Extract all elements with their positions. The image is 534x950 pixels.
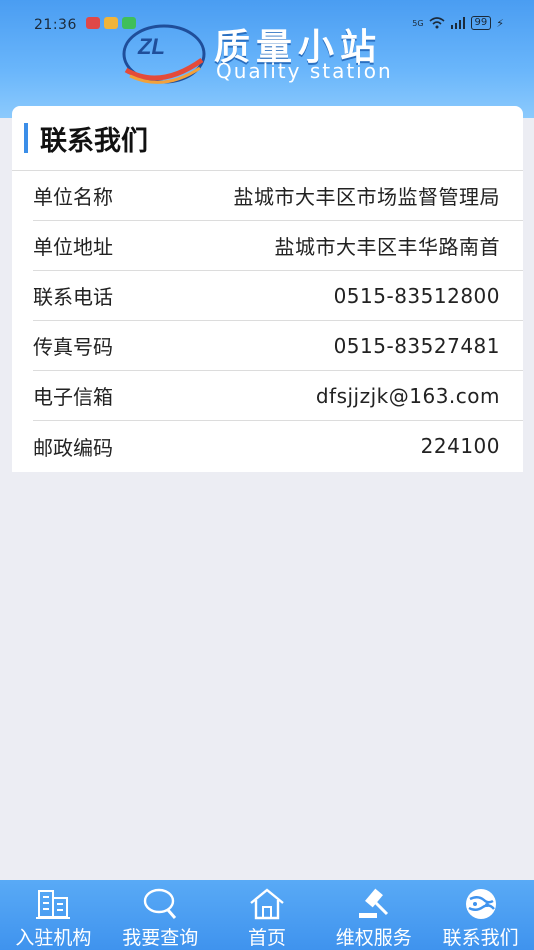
- contact-row-postcode: 邮政编码 224100: [33, 421, 523, 471]
- svg-text:ZL: ZL: [137, 34, 165, 59]
- tab-label: 入驻机构: [15, 927, 92, 949]
- tab-search[interactable]: 我要查询: [107, 880, 214, 950]
- home-icon: [250, 888, 284, 920]
- email-link[interactable]: dfsjjzjk@163.com: [316, 384, 500, 408]
- gavel-icon: [358, 888, 388, 918]
- page-title: 联系我们: [40, 125, 148, 157]
- row-label: 单位名称: [33, 185, 113, 209]
- title-accent-bar: [24, 123, 28, 153]
- row-label: 邮政编码: [33, 435, 113, 460]
- tab-label: 联系我们: [442, 927, 519, 949]
- tab-home[interactable]: 首页: [214, 880, 321, 950]
- contact-card: 联系我们 单位名称 盐城市大丰区市场监督管理局 单位地址 盐城市大丰区丰华路南首…: [12, 106, 523, 472]
- row-value: 盐城市大丰区丰华路南首: [274, 235, 500, 259]
- brand: ZL 质量小站 Quality station: [114, 14, 424, 86]
- contact-row-phone[interactable]: 联系电话 0515-83512800: [33, 271, 523, 321]
- phone-link[interactable]: 0515-83512800: [334, 284, 500, 308]
- tab-contact-us[interactable]: 联系我们: [427, 880, 534, 950]
- tab-label: 首页: [247, 927, 286, 949]
- app-header: 21:36 5G 99 ⚡ ZL 质量小站 Quality station: [0, 0, 534, 118]
- status-time: 21:36: [34, 17, 77, 33]
- globe-icon: [465, 889, 496, 919]
- app-notification-icon: [86, 17, 100, 29]
- row-value: 盐城市大丰区市场监督管理局: [233, 185, 500, 209]
- charging-icon: ⚡: [496, 16, 504, 30]
- quality-logo-icon: ZL: [122, 24, 206, 84]
- tab-institutions[interactable]: 入驻机构: [0, 880, 107, 950]
- contact-row-name: 单位名称 盐城市大丰区市场监督管理局: [33, 171, 523, 221]
- row-label: 电子信箱: [33, 385, 113, 409]
- tab-label: 我要查询: [122, 927, 199, 949]
- row-label: 单位地址: [33, 235, 113, 259]
- contact-title-row: 联系我们: [12, 106, 523, 171]
- contact-row-email[interactable]: 电子信箱 dfsjjzjk@163.com: [33, 371, 523, 421]
- contact-row-fax: 传真号码 0515-83527481: [33, 321, 523, 371]
- app-subtitle: Quality station: [216, 59, 393, 83]
- bottom-tab-bar: 入驻机构 我要查询 首页 维权服务 联系我们: [0, 880, 534, 950]
- row-value: 0515-83527481: [333, 333, 500, 358]
- building-icon: [36, 890, 71, 919]
- tab-label: 维权服务: [335, 927, 412, 949]
- signal-icon: [450, 17, 465, 29]
- battery-icon: 99: [470, 16, 492, 30]
- wifi-icon: [429, 17, 445, 29]
- row-label: 传真号码: [33, 335, 113, 359]
- contact-row-address: 单位地址 盐城市大丰区丰华路南首: [33, 221, 523, 271]
- tab-rights-service[interactable]: 维权服务: [320, 880, 427, 950]
- row-value: 224100: [420, 434, 500, 458]
- search-icon: [143, 888, 177, 919]
- row-label: 联系电话: [33, 285, 113, 309]
- status-right: 5G 99 ⚡: [412, 16, 504, 30]
